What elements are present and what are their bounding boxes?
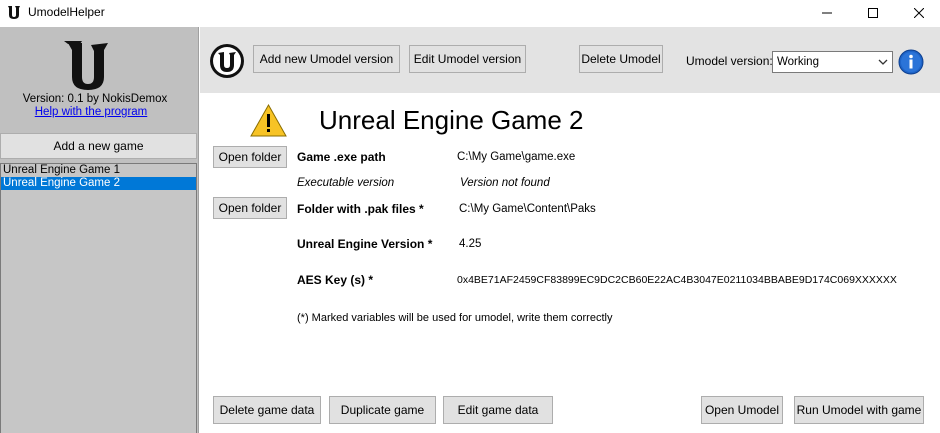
- minimize-icon: [822, 12, 832, 14]
- delete-game-data-button[interactable]: Delete game data: [213, 396, 321, 424]
- warning-icon: [250, 104, 287, 137]
- minimize-button[interactable]: [804, 0, 850, 26]
- exe-version-label: Executable version: [297, 177, 395, 189]
- title-bar: UmodelHelper: [0, 0, 940, 26]
- exe-path-label: Game .exe path: [297, 150, 386, 164]
- duplicate-game-button[interactable]: Duplicate game: [329, 396, 436, 424]
- unreal-engine-logo-icon: [64, 41, 108, 90]
- umodel-version-value: Working: [777, 56, 819, 68]
- umodel-version-label: Umodel version:: [686, 54, 773, 68]
- open-exe-folder-button[interactable]: Open folder: [213, 146, 287, 168]
- delete-umodel-button[interactable]: Delete Umodel: [579, 45, 663, 73]
- version-text: Version: 0.1 by NokisDemox: [22, 93, 168, 105]
- maximize-button[interactable]: [850, 0, 896, 26]
- exe-path-value: C:\My Game\game.exe: [457, 151, 576, 163]
- game-list-item-selected[interactable]: Unreal Engine Game 2: [1, 177, 196, 190]
- edit-umodel-version-button[interactable]: Edit Umodel version: [409, 45, 526, 73]
- help-link[interactable]: Help with the program: [0, 106, 182, 118]
- ue-version-label: Unreal Engine Version *: [297, 237, 433, 251]
- note-text: (*) Marked variables will be used for um…: [297, 312, 613, 324]
- window-title: UmodelHelper: [28, 5, 105, 19]
- pak-folder-value: C:\My Game\Content\Paks: [459, 203, 596, 215]
- ue-version-value: 4.25: [459, 238, 482, 250]
- close-icon: [914, 8, 924, 18]
- sidebar: Version: 0.1 by NokisDemox Help with the…: [0, 27, 199, 433]
- pak-folder-label: Folder with .pak files *: [297, 202, 424, 216]
- close-button[interactable]: [896, 0, 940, 26]
- edit-game-data-button[interactable]: Edit game data: [443, 396, 553, 424]
- game-list[interactable]: Unreal Engine Game 1 Unreal Engine Game …: [0, 163, 197, 433]
- open-pak-folder-button[interactable]: Open folder: [213, 197, 287, 219]
- add-game-button[interactable]: Add a new game: [0, 133, 197, 159]
- aes-key-label: AES Key (s) *: [297, 273, 374, 287]
- exe-version-value: Version not found: [460, 177, 550, 189]
- unreal-logo-icon: [8, 6, 20, 19]
- maximize-icon: [868, 8, 878, 18]
- game-list-item[interactable]: Unreal Engine Game 1: [1, 164, 196, 177]
- open-umodel-button[interactable]: Open Umodel: [701, 396, 783, 424]
- game-title: Unreal Engine Game 2: [319, 105, 584, 135]
- add-umodel-version-button[interactable]: Add new Umodel version: [253, 45, 400, 73]
- info-icon[interactable]: [898, 49, 924, 75]
- aes-key-value: 0x4BE71AF2459CF83899EC9DC2CB60E22AC4B304…: [457, 274, 897, 286]
- run-umodel-button[interactable]: Run Umodel with game: [794, 396, 924, 424]
- toolbar: Add new Umodel version Edit Umodel versi…: [200, 27, 940, 93]
- umodel-version-select[interactable]: Working: [772, 51, 893, 73]
- chevron-down-icon: [878, 59, 888, 65]
- app-window: UmodelHelper Version: 0.1 by NokisDemox …: [0, 0, 940, 433]
- unreal-round-logo-icon: [210, 44, 244, 78]
